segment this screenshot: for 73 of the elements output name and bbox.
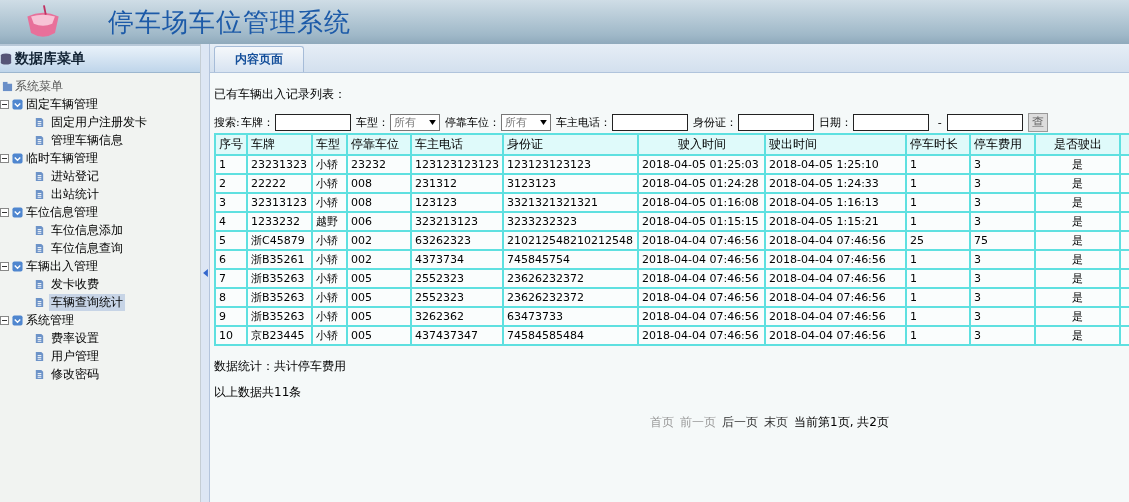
input-field[interactable]	[737, 113, 814, 131]
column-header: 身份证	[503, 134, 638, 155]
menu-item[interactable]: 管理车辆信息	[49, 131, 125, 149]
page-status: 当前第1页, 共2页	[794, 414, 889, 431]
caret-icon	[539, 119, 547, 125]
document-icon	[34, 296, 45, 308]
total-count: 以上数据共11条	[214, 384, 303, 398]
app-title: 停车场车位管理系统	[108, 5, 351, 39]
menu-group[interactable]: 临时车辆管理	[26, 149, 98, 167]
menu-item[interactable]: 用户管理	[49, 347, 101, 365]
filter-label: 停靠车位：	[444, 114, 500, 130]
document-icon	[34, 170, 45, 182]
menu-item[interactable]: 修改密码	[49, 365, 101, 383]
filter-label: 车牌：	[240, 114, 274, 130]
column-header: 车主电话	[411, 134, 503, 155]
document-icon	[34, 242, 45, 254]
stats-text: 数据统计：共计停车费用	[214, 358, 347, 372]
column-header: 车型	[312, 134, 347, 155]
column-header: 序号	[215, 134, 247, 155]
menu-group[interactable]: 系统管理	[26, 311, 74, 329]
tree-root[interactable]: 系统菜单	[15, 77, 63, 95]
menu-item[interactable]: 出站统计	[49, 185, 101, 203]
collapse-toggle-icon[interactable]	[0, 315, 9, 325]
column-header: 驶入时间	[638, 134, 765, 155]
range-separator: -	[937, 115, 942, 129]
document-icon	[34, 224, 45, 236]
column-header: 驶出时间	[765, 134, 906, 155]
collapse-toggle-icon[interactable]	[0, 207, 9, 217]
document-icon	[34, 116, 45, 128]
list-title: 已有车辆出入记录列表：	[214, 86, 347, 103]
menu-item[interactable]: 车位信息查询	[49, 239, 125, 257]
column-header: 停车时长	[906, 134, 970, 155]
pager-link[interactable]: 末页	[764, 414, 788, 431]
collapse-toggle-icon[interactable]	[0, 99, 9, 109]
search-label: 搜索:	[214, 114, 240, 130]
menu-item[interactable]: 费率设置	[49, 329, 101, 347]
column-header: 车牌	[247, 134, 312, 155]
menu-group[interactable]: 车位信息管理	[26, 203, 98, 221]
date-field[interactable]	[946, 113, 1023, 131]
filter-label: 日期：	[818, 114, 852, 130]
document-icon	[34, 350, 45, 362]
filter-label: 车主电话：	[555, 114, 611, 130]
column-header: 是否驶出	[1035, 134, 1120, 155]
content-tab[interactable]: 内容页面	[214, 46, 304, 72]
document-icon	[34, 134, 45, 146]
collapse-arrow-icon[interactable]	[202, 269, 208, 277]
caret-icon	[428, 119, 436, 125]
input-field[interactable]	[274, 113, 351, 131]
menu-item[interactable]: 发卡收费	[49, 275, 101, 293]
filter-label: 身份证：	[692, 114, 737, 130]
menu-group[interactable]: 车辆出入管理	[26, 257, 98, 275]
menu-item[interactable]: 进站登记	[49, 167, 101, 185]
column-header: 停车费用	[970, 134, 1035, 155]
menu-item[interactable]: 车位信息添加	[49, 221, 125, 239]
date-field[interactable]	[852, 113, 929, 131]
collapse-toggle-icon[interactable]	[0, 153, 9, 163]
collapse-toggle-icon[interactable]	[0, 261, 9, 271]
filter-label: 车型：	[355, 114, 389, 130]
document-icon	[34, 368, 45, 380]
document-icon	[34, 278, 45, 290]
menu-item[interactable]: 车辆查询统计	[49, 293, 125, 311]
dropdown[interactable]: 所有	[500, 113, 551, 131]
database-icon	[0, 53, 12, 65]
input-field[interactable]	[611, 113, 688, 131]
column-header: 停靠车位	[347, 134, 411, 155]
sidebar-title: 数据库菜单	[15, 50, 85, 68]
document-icon	[34, 188, 45, 200]
document-icon	[34, 332, 45, 344]
search-button[interactable]: 查	[1027, 112, 1048, 132]
menu-group[interactable]: 固定车辆管理	[26, 95, 98, 113]
pager-link[interactable]: 后一页	[722, 414, 758, 431]
menu-item[interactable]: 固定用户注册发卡	[49, 113, 149, 131]
dropdown[interactable]: 所有	[389, 113, 440, 131]
